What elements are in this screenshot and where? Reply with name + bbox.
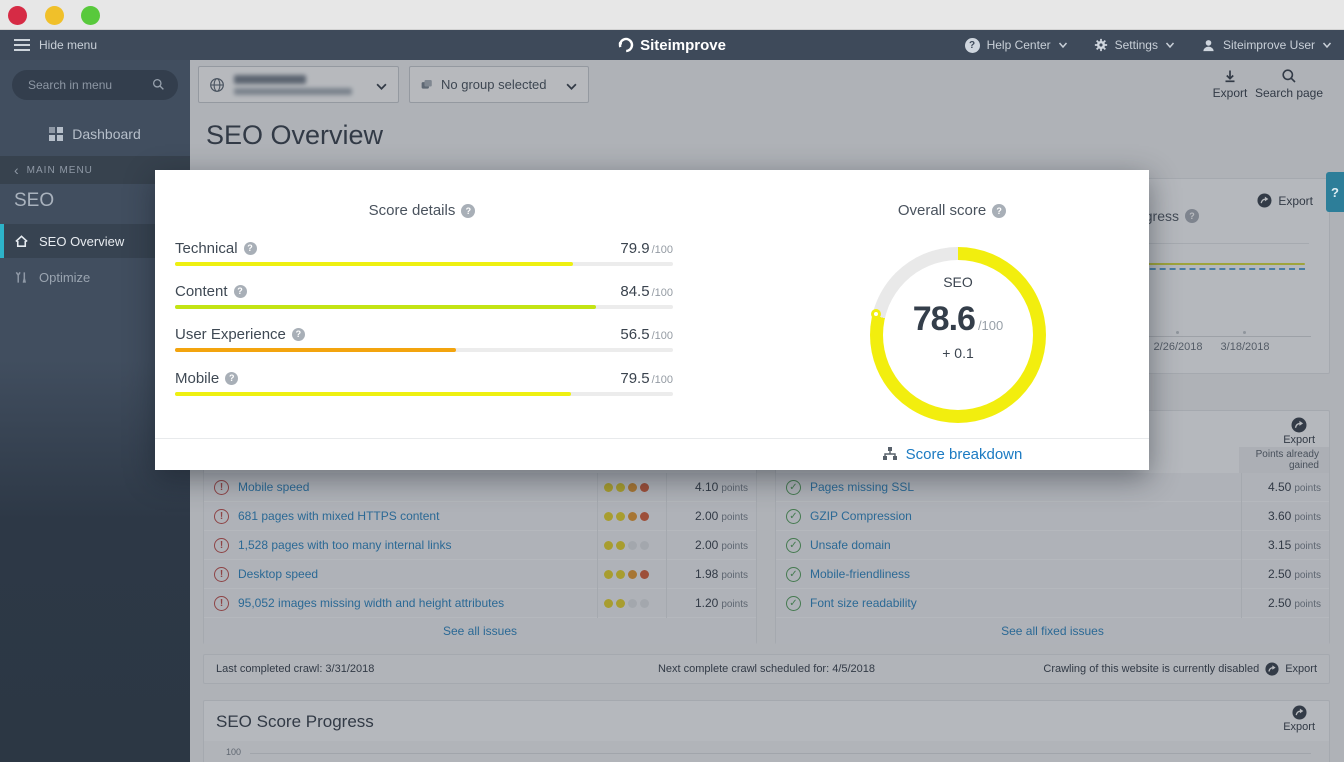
sidebar-item-dashboard[interactable]: Dashboard [0, 112, 190, 156]
score-breakdown-link[interactable]: Score breakdown [906, 446, 1023, 463]
score-bar-fill [175, 305, 596, 309]
hamburger-icon [14, 39, 30, 51]
sidebar-section-title: SEO [14, 190, 54, 212]
score-row-content: Content ? 84.5/100 [175, 281, 673, 309]
search-icon [152, 78, 165, 91]
help-tooltip-icon[interactable]: ? [292, 328, 305, 341]
score-bar-track [175, 348, 673, 352]
hide-menu-button[interactable]: Hide menu [0, 38, 97, 52]
help-tooltip-icon[interactable]: ? [234, 285, 247, 298]
donut-score: 78.6/100 [913, 300, 1004, 339]
score-bar-fill [175, 348, 456, 352]
help-tooltip-icon[interactable]: ? [992, 204, 1006, 218]
search-menu-input[interactable] [28, 70, 148, 100]
hide-menu-label: Hide menu [39, 38, 97, 52]
chevron-down-icon [1058, 40, 1068, 50]
score-row-mobile: Mobile ? 79.5/100 [175, 368, 673, 396]
home-icon [14, 234, 29, 249]
score-bar-fill [175, 262, 573, 266]
help-icon: ? [965, 38, 980, 53]
overall-score-title: Overall score ? [689, 202, 1215, 219]
score-row-user-experience: User Experience ? 56.5/100 [175, 324, 673, 352]
donut-marker [871, 309, 881, 319]
screen: Hide menu Siteimprove ? Help Center [0, 0, 1344, 762]
user-menu[interactable]: Siteimprove User [1201, 38, 1332, 53]
siteimprove-logo-icon [618, 37, 634, 53]
overall-score-donut: SEO 78.6/100 + 0.1 [870, 247, 1046, 423]
score-details-title: Score details ? [155, 202, 689, 219]
chevron-down-icon [1165, 40, 1175, 50]
help-center-menu[interactable]: ? Help Center [965, 38, 1068, 53]
window-title-bar [0, 0, 1344, 30]
score-bar-fill [175, 392, 571, 396]
sidebar-search[interactable] [12, 70, 178, 100]
chevron-down-icon [1322, 40, 1332, 50]
user-icon [1201, 38, 1216, 53]
window-maximize-button[interactable] [81, 6, 100, 25]
score-bar-track [175, 392, 673, 396]
settings-menu[interactable]: Settings [1094, 38, 1175, 52]
help-tooltip-icon[interactable]: ? [461, 204, 475, 218]
app-header: Hide menu Siteimprove ? Help Center [0, 30, 1344, 60]
score-details-modal: Score details ? Overall score ? Technica… [155, 170, 1149, 470]
score-bar-track [175, 262, 673, 266]
score-row-technical: Technical ? 79.9/100 [175, 238, 673, 266]
score-bar-track [175, 305, 673, 309]
dashboard-icon [49, 127, 63, 141]
help-tooltip-icon[interactable]: ? [244, 242, 257, 255]
window-close-button[interactable] [8, 6, 27, 25]
sitemap-icon [882, 446, 898, 462]
donut-product-label: SEO [943, 274, 973, 290]
gear-icon [1094, 38, 1108, 52]
chevron-left-icon: ‹ [14, 165, 20, 175]
help-tab-button[interactable]: ? [1326, 172, 1344, 212]
window-minimize-button[interactable] [45, 6, 64, 25]
tools-icon [14, 270, 29, 285]
donut-delta: + 0.1 [942, 345, 974, 361]
help-tooltip-icon[interactable]: ? [225, 372, 238, 385]
